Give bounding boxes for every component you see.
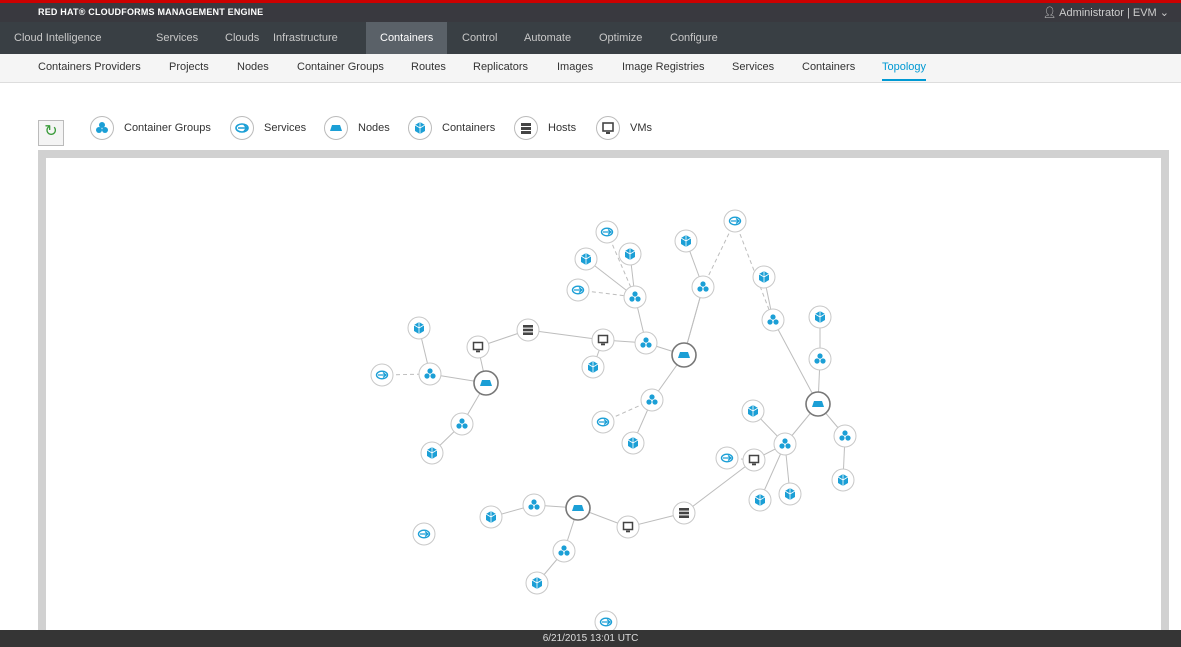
topology-node-container-icon[interactable]	[407, 316, 431, 340]
topology-node-container-group-icon[interactable]	[808, 347, 832, 371]
topology-node-container-icon[interactable]	[420, 441, 444, 465]
topology-node-container-icon[interactable]	[674, 229, 698, 253]
host-icon	[514, 116, 538, 140]
topology-node-container-group-icon[interactable]	[634, 331, 658, 355]
topology-canvas[interactable]	[38, 150, 1169, 635]
topology-node-vm-icon[interactable]	[616, 515, 640, 539]
topology-node-container-icon[interactable]	[808, 305, 832, 329]
user-menu[interactable]: 👤︎ Administrator | EVM ⌄	[1043, 6, 1169, 19]
main-nav-cloud-intelligence[interactable]: Cloud Intelligence	[0, 22, 115, 54]
topology-node-service-icon[interactable]	[595, 220, 619, 244]
status-bar: 6/21/2015 13:01 UTC	[0, 630, 1181, 647]
topology-graph[interactable]	[46, 158, 1161, 643]
topology-node-service-icon[interactable]	[723, 209, 747, 233]
legend-label-vms: VMs	[630, 122, 652, 134]
legend-label-container-groups: Container Groups	[124, 122, 211, 134]
topology-node-container-icon[interactable]	[618, 242, 642, 266]
topology-node-container-icon[interactable]	[752, 265, 776, 289]
tab-projects[interactable]: Projects	[169, 54, 209, 81]
tab-container-groups[interactable]: Container Groups	[297, 54, 384, 81]
main-nav: Cloud Intelligence Services Clouds Infra…	[0, 22, 1181, 54]
brand-bar: RED HAT® CLOUDFORMS MANAGEMENT ENGINE 👤︎…	[0, 0, 1181, 22]
tab-containers[interactable]: Containers	[802, 54, 855, 81]
topology-node-vm-icon[interactable]	[466, 335, 490, 359]
tab-topology[interactable]: Topology	[882, 54, 927, 81]
topology-node-container-icon[interactable]	[621, 431, 645, 455]
topology-node-container-icon[interactable]	[574, 247, 598, 271]
legend-label-hosts: Hosts	[548, 122, 577, 134]
topology-node-vm-icon[interactable]	[591, 328, 615, 352]
topology-node-host-icon[interactable]	[672, 501, 696, 525]
topology-node-container-group-icon[interactable]	[691, 275, 715, 299]
topology-node-container-group-icon[interactable]	[522, 493, 546, 517]
topology-node-container-icon[interactable]	[525, 571, 549, 595]
user-label: Administrator | EVM	[1059, 7, 1157, 19]
legend-label-containers: Containers	[442, 122, 496, 134]
legend-label-services: Services	[264, 122, 307, 134]
status-timestamp: 6/21/2015 13:01 UTC	[542, 633, 639, 644]
main-nav-containers[interactable]: Containers	[366, 22, 448, 54]
refresh-icon[interactable]: ↻	[38, 120, 64, 146]
tab-routes[interactable]: Routes	[411, 54, 446, 81]
topology-legend: ↻ Container Groups Services Nodes Contai…	[0, 110, 700, 146]
tab-containers-providers[interactable]: Containers Providers	[38, 54, 141, 81]
main-nav-configure[interactable]: Configure	[656, 22, 732, 54]
topology-node-service-icon[interactable]	[370, 363, 394, 387]
topology-node-container-group-icon[interactable]	[833, 424, 857, 448]
topology-node-container-icon[interactable]	[778, 482, 802, 506]
tab-image-registries[interactable]: Image Registries	[622, 54, 705, 81]
topology-node-container-group-icon[interactable]	[450, 412, 474, 436]
sub-nav: Containers Providers Projects Nodes Cont…	[0, 54, 1181, 83]
topology-node-container-group-icon[interactable]	[418, 362, 442, 386]
topology-node-node-icon[interactable]	[805, 391, 831, 417]
service-icon	[230, 116, 254, 140]
chevron-down-icon: ⌄	[1159, 7, 1169, 19]
topology-edge	[683, 459, 755, 514]
topology-node-service-icon[interactable]	[591, 410, 615, 434]
tab-nodes[interactable]: Nodes	[237, 54, 269, 81]
topology-node-host-icon[interactable]	[516, 318, 540, 342]
container-group-icon	[90, 116, 114, 140]
topology-node-container-group-icon[interactable]	[623, 285, 647, 309]
topology-node-container-icon[interactable]	[479, 505, 503, 529]
main-nav-control[interactable]: Control	[448, 22, 511, 54]
topology-node-container-icon[interactable]	[741, 399, 765, 423]
tab-services[interactable]: Services	[732, 54, 774, 81]
topology-node-vm-icon[interactable]	[742, 448, 766, 472]
topology-node-container-group-icon[interactable]	[761, 308, 785, 332]
topology-node-service-icon[interactable]	[566, 278, 590, 302]
topology-node-container-group-icon[interactable]	[552, 539, 576, 563]
topology-node-container-icon[interactable]	[748, 488, 772, 512]
brand-title: RED HAT® CLOUDFORMS MANAGEMENT ENGINE	[38, 7, 264, 17]
topology-node-container-group-icon[interactable]	[640, 388, 664, 412]
topology-node-service-icon[interactable]	[715, 446, 739, 470]
topology-node-container-icon[interactable]	[831, 468, 855, 492]
user-icon: 👤︎	[1042, 7, 1057, 19]
topology-node-service-icon[interactable]	[412, 522, 436, 546]
main-nav-automate[interactable]: Automate	[510, 22, 585, 54]
node-icon	[324, 116, 348, 140]
topology-node-container-icon[interactable]	[581, 355, 605, 379]
vm-icon	[596, 116, 620, 140]
main-nav-services[interactable]: Services	[142, 22, 212, 54]
tab-images[interactable]: Images	[557, 54, 593, 81]
topology-node-node-icon[interactable]	[671, 342, 697, 368]
main-nav-infrastructure[interactable]: Infrastructure	[259, 22, 352, 54]
topology-node-container-group-icon[interactable]	[773, 432, 797, 456]
legend-label-nodes: Nodes	[358, 122, 390, 134]
topology-node-node-icon[interactable]	[473, 370, 499, 396]
tab-replicators[interactable]: Replicators	[473, 54, 528, 81]
topology-node-node-icon[interactable]	[565, 495, 591, 521]
container-icon	[408, 116, 432, 140]
main-nav-optimize[interactable]: Optimize	[585, 22, 656, 54]
